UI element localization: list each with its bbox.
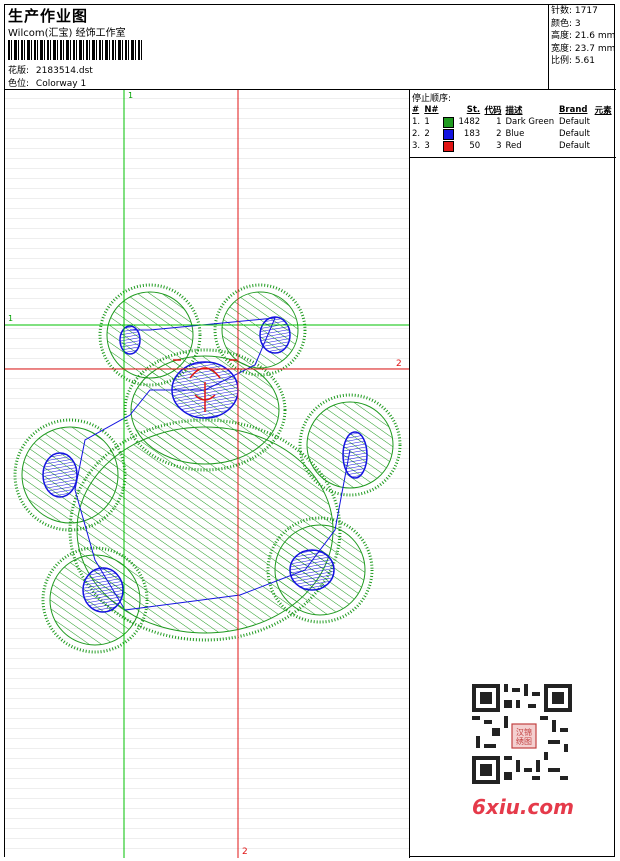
stat-ratio: 比例: 5.61 [551,56,595,66]
stop-sequence-panel: 停止顺序: # N# St. 代码 描述 Brand 元素 1. 1 1482 … [410,90,616,858]
software-subtitle: Wilcom(汇宝) 经饰工作室 [8,28,126,39]
page-title: 生产作业图 [8,7,89,25]
teddy-bear-design [13,283,402,654]
col-element: 元素 [594,106,612,116]
red-horizontal-label: 2 [396,359,402,369]
col-desc: 描述 [505,106,523,116]
colorway-name: Colorway 1 [35,79,87,89]
color-swatch [442,140,454,152]
design-file-row: 花版: 2183514.dst [8,63,93,76]
design-file-label: 花版: [8,66,30,76]
header: 生产作业图 Wilcom(汇宝) 经饰工作室 花版: 2183514.dst 色… [5,5,616,90]
watermark-logo: 6xiu.com [472,795,574,819]
panel-divider [410,157,616,158]
green-vertical-label: 1 [128,91,134,100]
color-swatch [442,116,454,128]
red-vertical-label: 2 [242,847,248,857]
stat-colors: 颜色: 3 [551,18,581,29]
col-needle: N# [424,105,439,115]
colorway-row: 色位: Colorway 1 [8,76,86,89]
color-swatch [442,128,454,140]
col-brand: Brand [558,105,588,115]
stat-width: 宽度: 23.7 mm [551,43,616,54]
qr-code-graphic: 汉锦 绣图 [472,684,572,784]
svg-text:汉锦: 汉锦 [516,727,532,737]
design-file-name: 2183514.dst [35,66,93,76]
table-row: 3. 3 50 3 Red Default [412,140,591,152]
col-code: 代码 [484,106,502,116]
colorway-label: 色位: [8,79,30,89]
svg-text:绣图: 绣图 [516,736,532,746]
stat-height: 高度: 21.6 mm [551,31,616,41]
table-row: 1. 1 1482 1 Dark Green Default [412,116,591,128]
barcode [8,40,142,60]
green-horizontal-label: 1 [8,314,14,323]
stat-stitches: 针数: 1717 [551,6,598,16]
worksheet-frame: 生产作业图 Wilcom(汇宝) 经饰工作室 花版: 2183514.dst 色… [4,4,616,858]
design-preview: 1 1 2 2 [5,90,410,858]
col-color [441,104,456,116]
design-stats: 针数: 1717 颜色: 3 高度: 21.6 mm 宽度: 23.7 mm 比… [549,5,618,68]
col-index: # [412,105,420,115]
col-stitches: St. [466,105,481,115]
stop-table-header: # N# St. 代码 描述 Brand 元素 [410,104,614,116]
embroidery-canvas [5,90,409,858]
stop-sequence-table: # N# St. 代码 描述 Brand 元素 1. 1 1482 1 Dark… [410,104,614,152]
header-info: 生产作业图 Wilcom(汇宝) 经饰工作室 花版: 2183514.dst 色… [5,5,549,89]
table-row: 2. 2 183 2 Blue Default [412,128,591,140]
stop-sequence-title: 停止顺序: [412,94,452,104]
qr-code: 汉锦 绣图 [472,684,572,794]
